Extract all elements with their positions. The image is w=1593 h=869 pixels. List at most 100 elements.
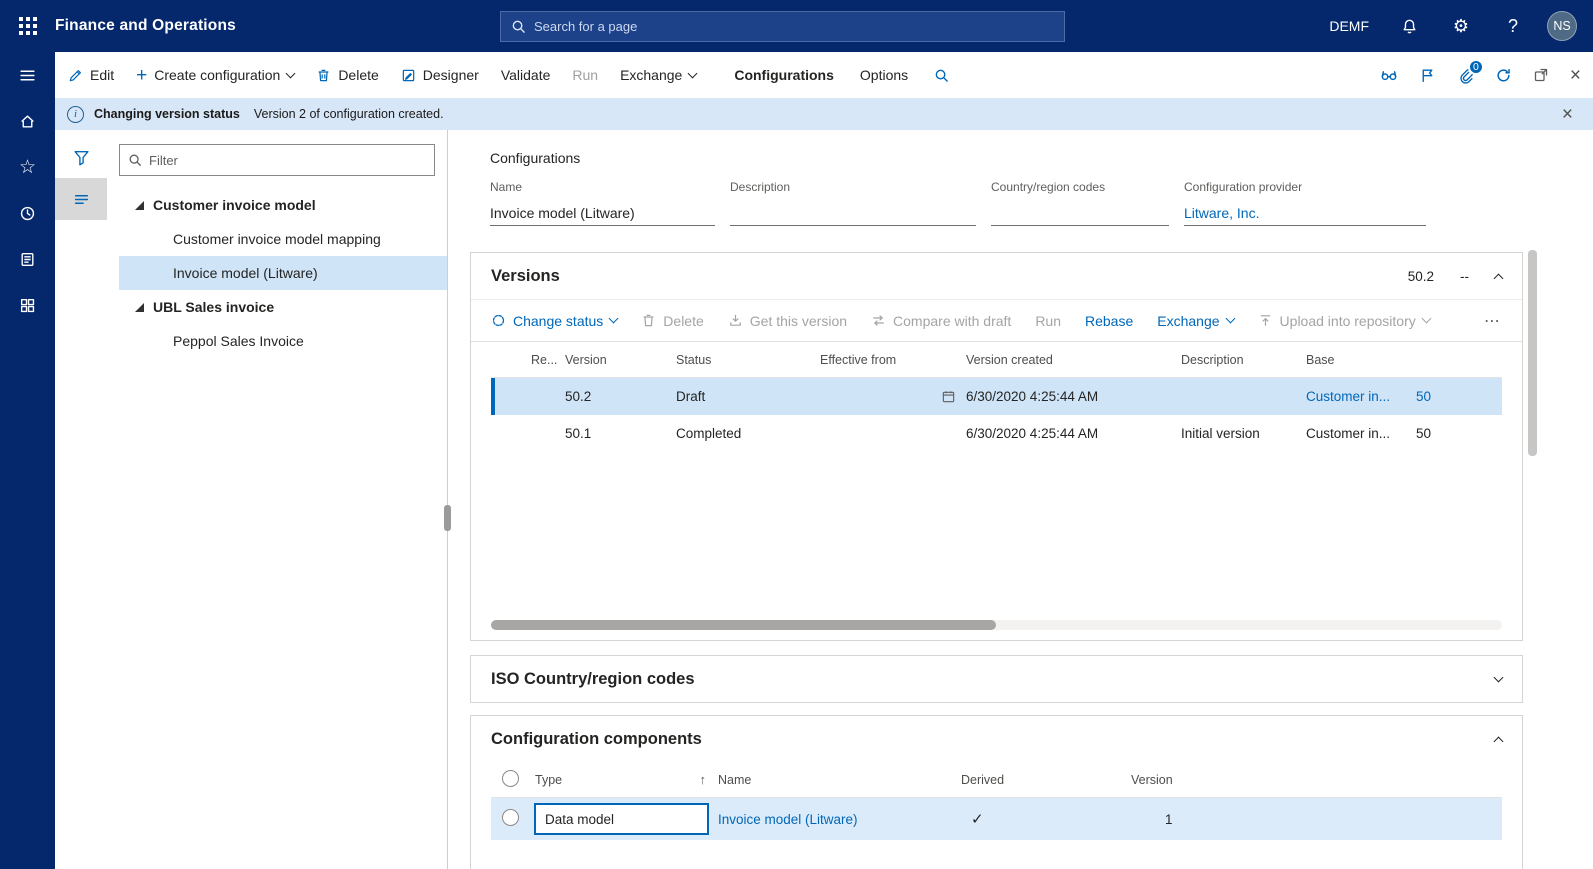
field-label: Country/region codes [991,180,1106,194]
component-row-data-model[interactable]: Data model Invoice model (Litware) ✓ 1 [491,798,1502,840]
exchange-version-button[interactable]: Exchange [1157,313,1235,329]
versions-section-header[interactable]: Versions 50.2 -- [471,253,1522,299]
avatar[interactable]: NS [1547,11,1577,41]
nav-favorites-button[interactable]: ☆ [0,144,55,190]
derived-check-icon: ✓ [971,811,984,828]
row-checkbox[interactable] [502,809,519,826]
description-input[interactable] [730,201,976,226]
tree-item-customer-invoice-model-mapping[interactable]: Customer invoice model mapping [119,222,447,256]
collapse-section-icon[interactable] [1493,736,1504,746]
derived-column-header[interactable]: Derived [961,773,1131,787]
base-link[interactable]: Customer in... [1306,389,1416,404]
company-picker[interactable]: DEMF [1315,0,1383,52]
run-button[interactable]: Run [572,67,598,83]
delete-version-button[interactable]: Delete [641,313,704,329]
column-header[interactable]: Status [676,353,820,367]
refresh-button[interactable] [1495,67,1512,84]
create-configuration-button[interactable]: + Create configuration [136,66,296,85]
nav-forms-button[interactable] [0,236,55,282]
settings-button[interactable]: ⚙ [1435,0,1487,52]
tree-item-customer-invoice-model[interactable]: Customer invoice model [119,188,447,222]
help-button[interactable]: ? [1487,0,1539,52]
waffle-menu-button[interactable] [0,0,55,52]
tree-expander-icon[interactable] [135,200,144,210]
filter-pane-button[interactable] [55,136,107,178]
version-row-50-2[interactable]: 50.2 Draft 6/30/2020 4:25:44 AM Customer… [491,378,1502,415]
tree-item-invoice-model-litware[interactable]: Invoice model (Litware) [119,256,447,290]
top-search-input[interactable] [534,19,1054,34]
configuration-components-section: Configuration components Type ↑ Name Der… [470,715,1523,869]
versions-title: Versions [491,266,560,285]
edit-button[interactable]: Edit [68,67,114,83]
tree-item-ubl-sales-invoice[interactable]: UBL Sales invoice [119,290,447,324]
open-in-new-window-button[interactable] [1533,67,1549,83]
tree-filter-input[interactable] [149,152,426,168]
pane-splitter[interactable] [444,130,454,869]
close-page-button[interactable]: × [1570,66,1581,85]
base-version-cell: 50 [1416,426,1432,441]
get-this-version-button[interactable]: Get this version [728,313,847,329]
components-section-header[interactable]: Configuration components [471,716,1522,762]
tab-configurations[interactable]: Configurations [734,67,834,83]
glasses-button[interactable] [1380,66,1398,84]
name-input[interactable]: Invoice model (Litware) [490,201,715,226]
action-search-button[interactable] [934,68,949,83]
column-header[interactable]: Version [565,353,676,367]
tree-item-peppol-sales-invoice[interactable]: Peppol Sales Invoice [119,324,447,358]
left-nav-strip: ☆ [0,52,55,869]
flag-icon [1422,68,1433,82]
nav-expand-button[interactable] [0,52,55,98]
delete-button[interactable]: Delete [316,67,379,83]
column-header[interactable]: Effective from [820,353,966,367]
base-version-cell[interactable]: 50 [1416,389,1502,404]
base-cell[interactable]: Customer in... [1306,426,1416,441]
version-row-50-1[interactable]: 50.1 Completed 6/30/2020 4:25:44 AM Init… [491,415,1502,452]
nav-home-button[interactable] [0,98,55,144]
column-header[interactable]: Description [1181,353,1306,367]
column-header[interactable]: Base [1306,353,1416,367]
horizontal-scrollbar-thumb[interactable] [491,620,996,630]
iso-section-header[interactable]: ISO Country/region codes [471,656,1522,702]
nav-workspaces-button[interactable] [0,282,55,328]
validate-button[interactable]: Validate [501,67,551,83]
column-header[interactable]: Version created [966,353,1181,367]
vertical-scrollbar-thumb[interactable] [1528,250,1537,456]
splitter-grip-icon[interactable] [444,505,451,531]
nav-recent-button[interactable] [0,190,55,236]
calendar-icon[interactable] [941,389,956,404]
type-column-header[interactable]: Type ↑ [535,772,718,787]
effective-from-cell[interactable] [820,389,966,404]
version-column-header[interactable]: Version [1131,773,1502,787]
more-commands-button[interactable]: ⋯ [1484,311,1502,331]
configuration-provider-link[interactable]: Litware, Inc. [1184,201,1426,226]
run-version-button[interactable]: Run [1035,313,1061,329]
upload-into-repository-button[interactable]: Upload into repository [1258,313,1432,329]
status-cell: Draft [676,389,706,404]
compare-with-draft-button[interactable]: Compare with draft [871,313,1011,329]
type-cell-input[interactable]: Data model [535,804,708,834]
select-all-checkbox[interactable] [502,769,519,787]
app-title[interactable]: Finance and Operations [55,17,236,35]
change-status-button[interactable]: Change status [491,313,619,329]
close-icon: × [1569,64,1581,86]
name-column-header[interactable]: Name [718,773,961,787]
message-bar-close-button[interactable]: × [1554,105,1581,124]
component-name-link[interactable]: Invoice model (Litware) [718,812,961,827]
tree-expander-icon[interactable] [135,302,144,312]
column-header[interactable]: Re... [531,353,565,367]
horizontal-scrollbar[interactable] [491,620,1502,630]
trash-icon [643,314,654,327]
notifications-button[interactable] [1383,0,1435,52]
country-region-codes-input[interactable] [991,201,1169,226]
expand-section-icon[interactable] [1493,672,1504,682]
flag-button[interactable] [1419,67,1436,84]
designer-button[interactable]: Designer [401,67,479,83]
vertical-scrollbar[interactable] [1528,250,1537,456]
toc-pane-button[interactable] [55,178,107,220]
exchange-button[interactable]: Exchange [620,67,698,83]
rebase-button[interactable]: Rebase [1085,313,1133,329]
collapse-section-icon[interactable] [1493,273,1504,283]
attachments-button[interactable]: 0 [1457,58,1484,84]
tab-options[interactable]: Options [860,67,908,83]
header-fields: Name Invoice model (Litware) Description… [490,180,1523,226]
